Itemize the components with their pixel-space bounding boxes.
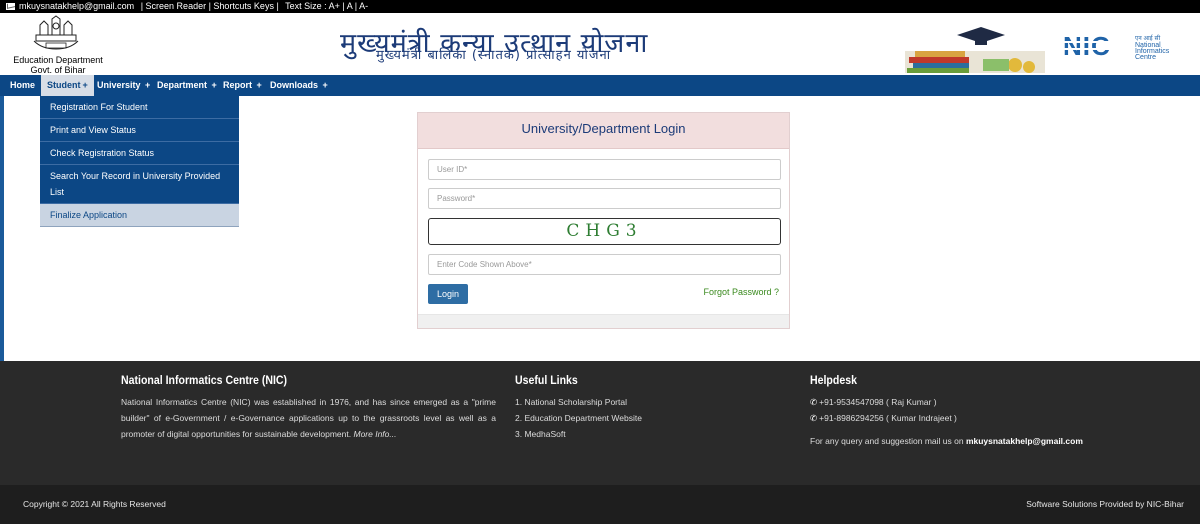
menu-search-record[interactable]: Search Your Record in University Provide… [40,165,239,204]
menu-registration-for-student[interactable]: Registration For Student [40,96,239,119]
helpdesk-phone-1: +91-9534547098 ( Raj Kumar ) [819,397,937,407]
menu-print-view-status[interactable]: Print and View Status [40,119,239,142]
left-edge [0,96,4,361]
accessibility-links[interactable]: | Screen Reader | Shortcuts Keys | [141,1,279,11]
svg-text:NIC: NIC [1063,33,1111,59]
login-panel: University/Department Login User ID* Pas… [417,112,790,329]
login-panel-footer [418,314,789,328]
nic-heading: National Informatics Centre (NIC) [121,373,288,387]
more-info-link[interactable]: More Info... [353,429,396,439]
student-dropdown-menu: Registration For Student Print and View … [40,96,239,227]
mail-icon [6,3,15,10]
main-navbar: Home Student + University + Department + … [0,75,1200,96]
nic-description: National Informatics Centre (NIC) was es… [121,397,496,439]
top-email[interactable]: mkuysnatakhelp@gmail.com [19,1,134,11]
link-medhasoft[interactable]: 3. MedhaSoft [515,426,642,442]
login-title: University/Department Login [418,113,789,149]
top-bar: mkuysnatakhelp@gmail.com | Screen Reader… [0,0,1200,13]
phone-icon: ✆ [810,397,818,407]
useful-links-list: 1. National Scholarship Portal 2. Educat… [515,394,642,442]
header: Education Department Govt. of Bihar मुख्… [0,13,1200,75]
helpdesk-phone-2: +91-8986294256 ( Kumar Indrajeet ) [819,413,957,423]
scheme-subtitle: मुख्यमंत्री बालिका (स्नातक) प्रोत्साहन य… [376,48,612,63]
bottom-bar: Copyright © 2021 All Rights Reserved Sof… [0,485,1200,524]
text-size-controls[interactable]: Text Size : A+ | A | A- [285,1,368,11]
department-name: Education Department Govt. of Bihar [13,55,103,75]
link-education-department[interactable]: 2. Education Department Website [515,410,642,426]
svg-text:Centre: Centre [1135,54,1156,59]
graduation-books-icon [905,27,1045,73]
provided-by-text: Software Solutions Provided by NIC-Bihar [1026,499,1184,509]
user-id-input[interactable]: User ID* [428,159,781,180]
nav-downloads[interactable]: Downloads + [270,75,328,96]
helpdesk-info: ✆ +91-9534547098 ( Raj Kumar ) ✆ +91-89862… [810,394,1083,449]
footer: National Informatics Centre (NIC) Nation… [0,361,1200,485]
captcha-code-input[interactable]: Enter Code Shown Above* [428,254,781,275]
nic-logo-icon: NIC एन आई सी National Informatics Centre [1063,33,1170,59]
phone-icon: ✆ [810,413,818,423]
login-button[interactable]: Login [428,284,468,304]
svg-text:एन आई सी: एन आई सी [1135,34,1161,42]
nav-department[interactable]: Department + [157,75,217,96]
password-input[interactable]: Password* [428,188,781,209]
menu-finalize-application[interactable]: Finalize Application [40,204,239,227]
nav-university[interactable]: University + [97,75,150,96]
bihar-emblem-icon [33,15,79,50]
query-text: For any query and suggestion mail us on [810,436,964,446]
captcha-image: CHG3 [428,218,781,245]
nav-home[interactable]: Home [10,75,35,96]
nav-report[interactable]: Report + [223,75,262,96]
helpdesk-email[interactable]: mkuysnatakhelp@gmail.com [966,436,1083,446]
menu-check-registration-status[interactable]: Check Registration Status [40,142,239,165]
copyright-text: Copyright © 2021 All Rights Reserved [23,499,166,509]
nav-student[interactable]: Student + [41,75,94,96]
forgot-password-link[interactable]: Forgot Password ? [703,287,779,297]
link-national-scholarship-portal[interactable]: 1. National Scholarship Portal [515,394,642,410]
helpdesk-heading: Helpdesk [810,373,857,387]
useful-links-heading: Useful Links [515,373,578,387]
